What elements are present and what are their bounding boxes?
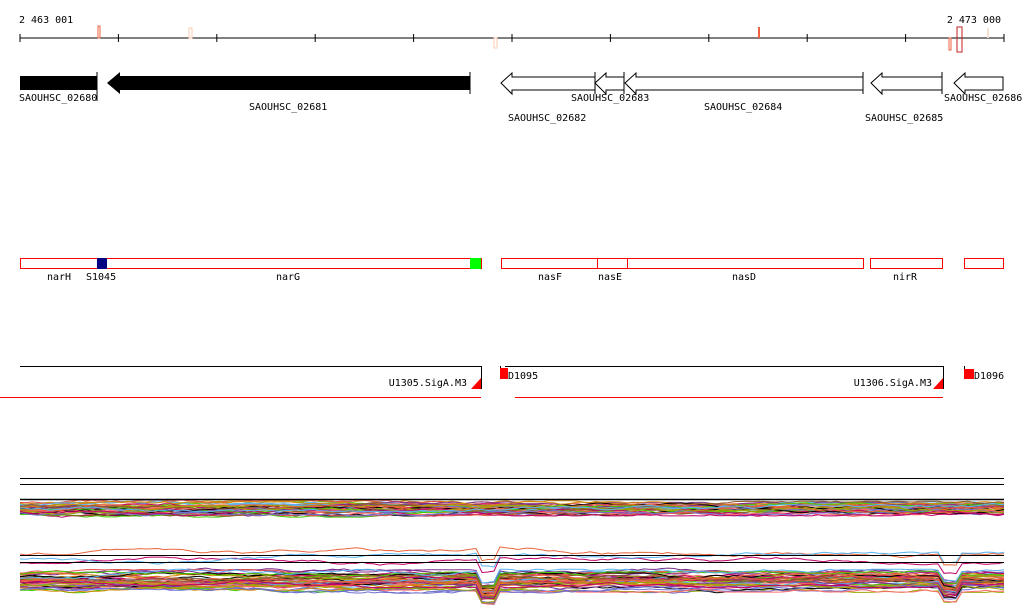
annotation-nasE[interactable]: nasE xyxy=(598,272,622,283)
annotation-narH[interactable]: narH xyxy=(47,272,71,283)
gene-SAOUHSC_02681[interactable]: SAOUHSC_02681 xyxy=(107,72,471,113)
annotation-nasF[interactable]: nasF xyxy=(538,272,562,283)
annotation-track: narH S1045 narG nasF nasE nasD nirR xyxy=(20,258,1004,283)
axis-markers xyxy=(97,25,989,53)
gene-SAOUHSC_02685[interactable]: SAOUHSC_02685 xyxy=(865,71,943,124)
nargend-marker[interactable] xyxy=(470,258,481,269)
coordinate-axis: 2 463 001 2 473 000 xyxy=(19,15,1005,53)
gene-track: SAOUHSC_02680 SAOUHSC_02681 SAOUHSC_0268… xyxy=(19,71,1022,124)
promoter-D1096[interactable]: D1096 xyxy=(974,371,1004,382)
svg-text:SAOUHSC_02680: SAOUHSC_02680 xyxy=(19,93,97,104)
gene-SAOUHSC_02680[interactable]: SAOUHSC_02680 xyxy=(19,72,98,104)
axis-end-label: 2 473 000 xyxy=(947,15,1001,26)
svg-text:SAOUHSC_02685: SAOUHSC_02685 xyxy=(865,113,943,124)
promoter-U1306[interactable]: U1306.SigA.M3 xyxy=(854,378,932,389)
gene-SAOUHSC_02684[interactable]: SAOUHSC_02684 xyxy=(624,71,864,113)
promoter-U1305[interactable]: U1305.SigA.M3 xyxy=(389,378,467,389)
expression-track xyxy=(19,478,1005,606)
annotation-nasD[interactable]: nasD xyxy=(732,272,756,283)
s1045-marker[interactable] xyxy=(97,258,107,269)
genome-browser: 2 463 001 2 473 000 SAOUHSC_02680 SAOUHS… xyxy=(0,15,1022,606)
svg-text:SAOUHSC_02684: SAOUHSC_02684 xyxy=(704,102,782,113)
annotation-S1045[interactable]: S1045 xyxy=(86,272,116,283)
svg-text:SAOUHSC_02681: SAOUHSC_02681 xyxy=(249,102,327,113)
promoter-D1095[interactable]: D1095 xyxy=(508,371,538,382)
svg-text:SAOUHSC_02686: SAOUHSC_02686 xyxy=(944,93,1022,104)
svg-text:SAOUHSC_02683: SAOUHSC_02683 xyxy=(571,93,649,104)
svg-text:SAOUHSC_02682: SAOUHSC_02682 xyxy=(508,113,586,124)
axis-start-label: 2 463 001 xyxy=(19,15,73,26)
gene-SAOUHSC_02686[interactable]: SAOUHSC_02686 xyxy=(944,71,1022,104)
promoter-track: U1305.SigA.M3 D1095 U1306.SigA.M3 D1096 xyxy=(0,366,1004,398)
annotation-nirR[interactable]: nirR xyxy=(893,272,918,283)
annotation-narG[interactable]: narG xyxy=(276,272,300,283)
